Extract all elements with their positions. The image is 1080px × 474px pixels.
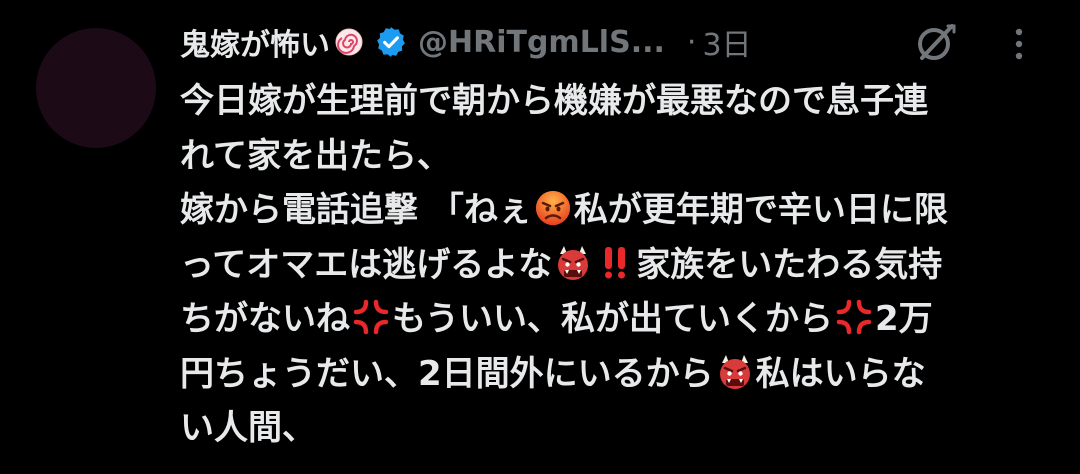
grok-icon[interactable]	[912, 18, 960, 66]
double-exclamation-icon	[605, 246, 626, 278]
tweet-text-segment: れて家を出たら、	[180, 135, 451, 176]
tweet-text-segment: ちがないね	[180, 299, 350, 339]
tweet-text-segment: 私はいらな	[755, 353, 926, 394]
angry-face-icon	[535, 191, 570, 225]
timestamp[interactable]: 3日	[702, 20, 751, 64]
tweet-text: 今日嫁が生理前で朝から機嫌が最悪なので息子連 れて家を出たら、 嫁から電話追撃 …	[180, 74, 1050, 456]
fish-cake-swirl-icon	[335, 28, 363, 56]
ogre-icon	[558, 245, 589, 280]
tweet-text-segment: 私が更年期で辛い日に限	[573, 190, 948, 230]
tweet-text-segment: ってオマエは逃げるよな	[180, 244, 553, 285]
tweet-text-segment: 家族をいたわる気持	[636, 244, 943, 285]
display-name[interactable]: 鬼嫁が怖い	[180, 20, 330, 64]
tweet-text-segment: 今日嫁が生理前で朝から機嫌が最悪なので息子連	[180, 81, 928, 121]
tweet-line: 今日嫁が生理前で朝から機嫌が最悪なので息子連	[180, 74, 1050, 129]
anger-symbol-icon	[836, 299, 872, 335]
tweet-line: ってオマエは逃げるよな 家族をいたわる気持	[180, 238, 1050, 293]
tweet-line: れて家を出たら、	[180, 129, 1050, 184]
tweet-line: 嫁から電話追撃 「ねぇ 私が更年期で辛い日に限	[180, 183, 1050, 238]
tweet-text-segment: 2万	[874, 299, 933, 339]
tweet-text-segment: もういい、私が出ていくから	[392, 299, 833, 339]
tweet-header: 鬼嫁が怖い @HRiTgmLlS... · 3日	[180, 16, 752, 68]
tweet-line: ちがないね もういい、私が出ていくから 2万	[180, 292, 1050, 347]
verified-badge-icon	[377, 27, 405, 57]
separator-dot: ·	[686, 24, 697, 60]
avatar[interactable]	[36, 28, 156, 148]
more-icon[interactable]	[1004, 22, 1034, 66]
user-handle[interactable]: @HRiTgmLlS...	[418, 25, 665, 60]
tweet-line: い人間、	[180, 401, 1050, 456]
ogre-icon	[719, 354, 750, 389]
anger-symbol-icon	[353, 299, 389, 335]
tweet-line: 円ちょうだい、2日間外にいるから 私はいらな	[180, 347, 1050, 402]
tweet-text-segment: 嫁から電話追撃 「ねぇ	[180, 190, 532, 230]
tweet-text-segment: い人間、	[180, 408, 316, 448]
tweet[interactable]: 鬼嫁が怖い @HRiTgmLlS... · 3日 今日嫁が生理前で朝から機嫌が最…	[0, 0, 1080, 474]
tweet-text-segment: 円ちょうだい、2日間外にいるから	[180, 353, 714, 394]
